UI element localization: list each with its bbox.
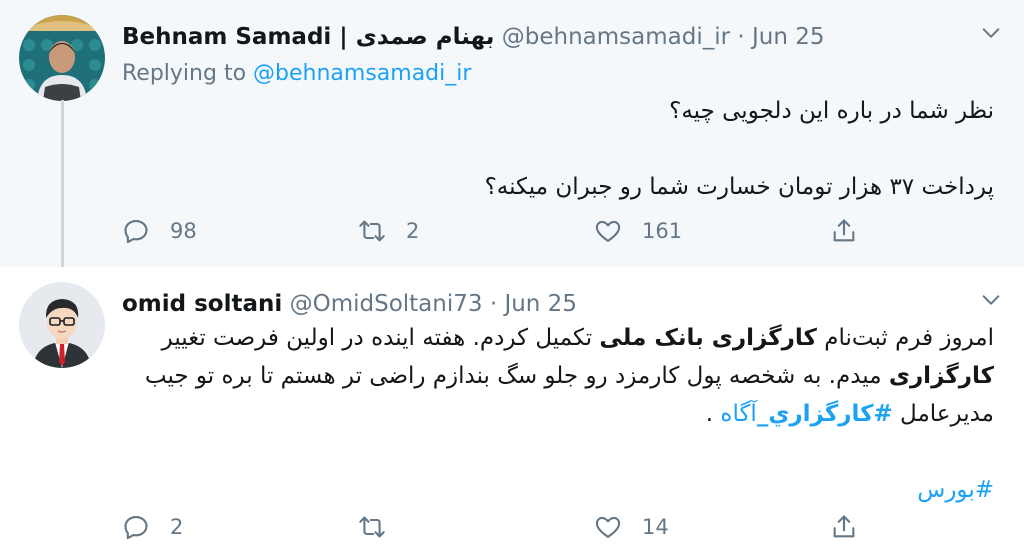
hashtag-link[interactable]: #بورس (114, 471, 994, 509)
avatar-omid[interactable] (19, 282, 105, 368)
bold-text: کارگزاری بانک ملی (599, 325, 817, 351)
tweet-actions: 98 2 161 (122, 211, 862, 251)
tweet-text: امروز فرم ثبت‌نام کارگزاری بانک ملی تکمی… (114, 319, 994, 509)
bold-text: کارگزاری (888, 363, 994, 389)
tweet-paragraph: امروز فرم ثبت‌نام کارگزاری بانک ملی تکمی… (114, 319, 994, 433)
text-segment: . (705, 401, 721, 427)
display-name[interactable]: Behnam Samadi | بهنام صمدی (122, 24, 494, 50)
share-icon (833, 515, 855, 538)
tweet-actions: 2 14 (122, 507, 862, 547)
text-segment: امروز فرم ثبت‌نام (816, 325, 994, 351)
replying-to-label: Replying to (122, 61, 247, 86)
avatar-behnam[interactable] (19, 15, 105, 101)
reply-button[interactable]: 2 (122, 507, 183, 547)
like-icon (595, 516, 621, 538)
tweet-header: Behnam Samadi | بهنام صمدی @behnamsamadi… (122, 18, 944, 56)
tweet-text-line: نظر شما در باره این دلجویی چیه؟ (669, 98, 994, 124)
like-icon (595, 220, 621, 242)
hashtag-link[interactable]: #کارگزاري_ (757, 401, 893, 427)
chevron-down-icon[interactable] (980, 22, 1002, 44)
reply-count: 98 (170, 219, 197, 243)
tweet-header: omid soltani @OmidSoltani73 · Jun 25 (122, 285, 944, 323)
retweet-icon (359, 516, 385, 538)
retweet-count: 2 (406, 219, 420, 243)
dot-separator: · (489, 291, 498, 317)
retweet-icon (359, 220, 385, 242)
reply-icon (124, 220, 148, 244)
user-handle[interactable]: @OmidSoltani73 (290, 291, 483, 317)
hashtag-link-tail[interactable]: آگاه (720, 401, 756, 427)
reply-button[interactable]: 98 (122, 211, 197, 251)
like-button[interactable]: 161 (594, 211, 682, 251)
tweet-text: نظر شما در باره این دلجویی چیه؟ پرداخت ۳… (114, 92, 994, 206)
display-name[interactable]: omid soltani (122, 291, 282, 317)
tweet-date[interactable]: Jun 25 (752, 24, 825, 50)
chevron-down-icon[interactable] (980, 289, 1002, 311)
share-button[interactable] (830, 507, 858, 547)
reply-icon (124, 516, 148, 540)
thread-connector-line (61, 100, 64, 272)
like-count: 161 (642, 219, 683, 243)
replying-to-handle[interactable]: @behnamsamadi_ir (253, 61, 471, 86)
dot-separator: · (737, 24, 745, 50)
share-button[interactable] (830, 211, 858, 251)
retweet-button[interactable]: 2 (358, 211, 419, 251)
replying-to: Replying to @behnamsamadi_ir (122, 57, 471, 91)
text-segment: تکمیل کردم. هفته اینده در اولین فرصت تغی… (161, 325, 600, 351)
like-count: 14 (642, 515, 669, 539)
user-handle[interactable]: @behnamsamadi_ir (502, 24, 730, 50)
reply-count: 2 (170, 515, 184, 539)
like-button[interactable]: 14 (594, 507, 669, 547)
tweet-omid[interactable]: omid soltani @OmidSoltani73 · Jun 25 امر… (0, 267, 1024, 559)
retweet-button[interactable] (358, 507, 406, 547)
tweet-text-line: پرداخت ۳۷ هزار تومان خسارت شما رو جبران … (484, 174, 994, 200)
share-icon (833, 219, 855, 242)
tweet-behnam[interactable]: Behnam Samadi | بهنام صمدی @behnamsamadi… (0, 0, 1024, 267)
tweet-date[interactable]: Jun 25 (504, 291, 577, 317)
